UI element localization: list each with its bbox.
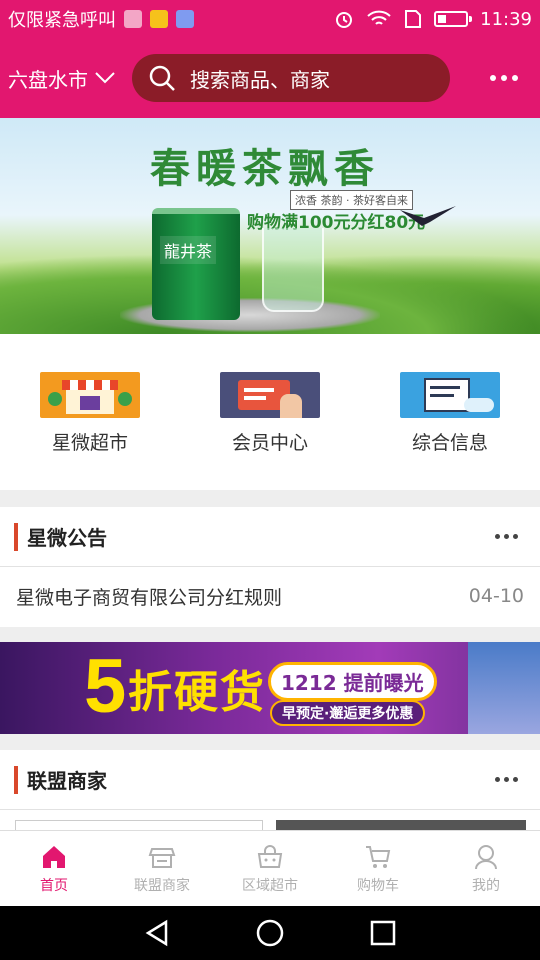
ad-big-number: 5 [84,644,127,729]
tab-merchants[interactable]: 联盟商家 [108,831,216,906]
app-badge-icon [150,10,168,28]
merchants-more-icon[interactable] [495,777,518,782]
category-grid: 星微超市 会员中心 综合信息 [0,334,540,490]
status-bar: 仅限紧急呼叫 11:39 [0,0,540,38]
back-icon[interactable] [142,918,172,948]
section-accent-bar [14,765,18,794]
home-icon [43,846,65,868]
category-label: 星微超市 [51,432,128,454]
ad-headline: 折硬货 [128,667,266,718]
notice-more-icon[interactable] [495,534,518,539]
tab-label: 购物车 [357,878,399,894]
merchant-thumb[interactable] [15,820,263,830]
tea-glass-image [262,228,324,312]
category-member-center[interactable]: 会员中心 [180,334,360,490]
member-card-icon [220,372,320,418]
sim-icon [405,10,422,28]
tab-label: 首页 [40,878,68,894]
notice-title: 星微公告 [27,526,107,550]
section-accent-bar [14,522,18,551]
carrier-text: 仅限紧急呼叫 [8,10,116,31]
ad-banner[interactable]: 5 折硬货 1212 提前曝光 早预定·邂逅更多优惠 [0,642,540,734]
swallow-bird-icon [400,206,456,226]
tab-area-market[interactable]: 区域超市 [216,831,324,906]
city-selector[interactable]: 六盘水市 [8,64,132,93]
tab-profile[interactable]: 我的 [432,831,540,906]
category-label: 综合信息 [411,432,488,454]
gallery-icon [124,10,142,28]
more-menu-icon[interactable] [490,75,518,81]
merchants-section: 联盟商家 [0,750,540,812]
banner-title: 春暖茶飘香 [150,145,380,192]
tea-can-image: 龍井茶 [152,208,240,320]
merchants-header: 联盟商家 [0,750,540,810]
info-book-icon [400,372,500,418]
shield-icon [176,10,194,28]
tab-label: 我的 [472,878,500,894]
top-header: 六盘水市 搜索商品、商家 [0,38,540,118]
ad-sub-tag: 早预定·邂逅更多优惠 [270,700,426,726]
ad-tower-image [468,642,540,734]
chevron-down-icon [95,72,115,84]
merchant-thumbnails [0,812,540,830]
merchant-thumb[interactable] [276,820,526,830]
recent-apps-icon[interactable] [368,918,398,948]
cart-icon [366,846,391,868]
ad-tag: 1212 提前曝光 [268,662,437,701]
banner-small-tag: 浓香 茶韵 · 茶好客自来 [290,190,413,210]
tab-home[interactable]: 首页 [0,831,108,906]
tab-label: 区域超市 [242,878,298,894]
notice-text: 星微电子商贸有限公司分红规则 [16,586,283,609]
tea-can-label: 龍井茶 [160,236,217,264]
promo-banner[interactable]: 春暖茶飘香 浓香 茶韵 · 茶好客自来 购物满100元分红80元 龍井茶 [0,118,540,334]
notice-date: 04-10 [468,585,524,607]
home-circle-icon[interactable] [255,918,285,948]
tab-label: 联盟商家 [134,878,190,894]
merchants-title: 联盟商家 [27,769,107,793]
store-icon [148,848,176,868]
notice-header: 星微公告 [0,507,540,567]
notice-section: 星微公告 星微电子商贸有限公司分红规则 04-10 [0,507,540,627]
search-input[interactable]: 搜索商品、商家 [132,54,450,102]
alarm-icon [336,12,353,28]
category-label: 会员中心 [231,432,308,454]
search-placeholder: 搜索商品、商家 [190,67,330,92]
bottom-tab-bar: 首页 联盟商家 区域超市 购物车 我的 [0,830,540,906]
city-label: 六盘水市 [8,67,88,92]
battery-icon [434,11,473,27]
category-general-info[interactable]: 综合信息 [360,334,540,490]
tab-cart[interactable]: 购物车 [324,831,432,906]
basket-icon [257,845,283,868]
notice-item[interactable]: 星微电子商贸有限公司分红规则 04-10 [0,567,540,625]
user-icon [475,845,497,870]
search-icon [149,65,175,91]
clock: 11:39 [480,8,532,30]
wifi-icon [367,10,391,25]
category-supermarket[interactable]: 星微超市 [0,334,180,490]
system-nav-bar [0,906,540,960]
shop-icon [40,372,140,418]
